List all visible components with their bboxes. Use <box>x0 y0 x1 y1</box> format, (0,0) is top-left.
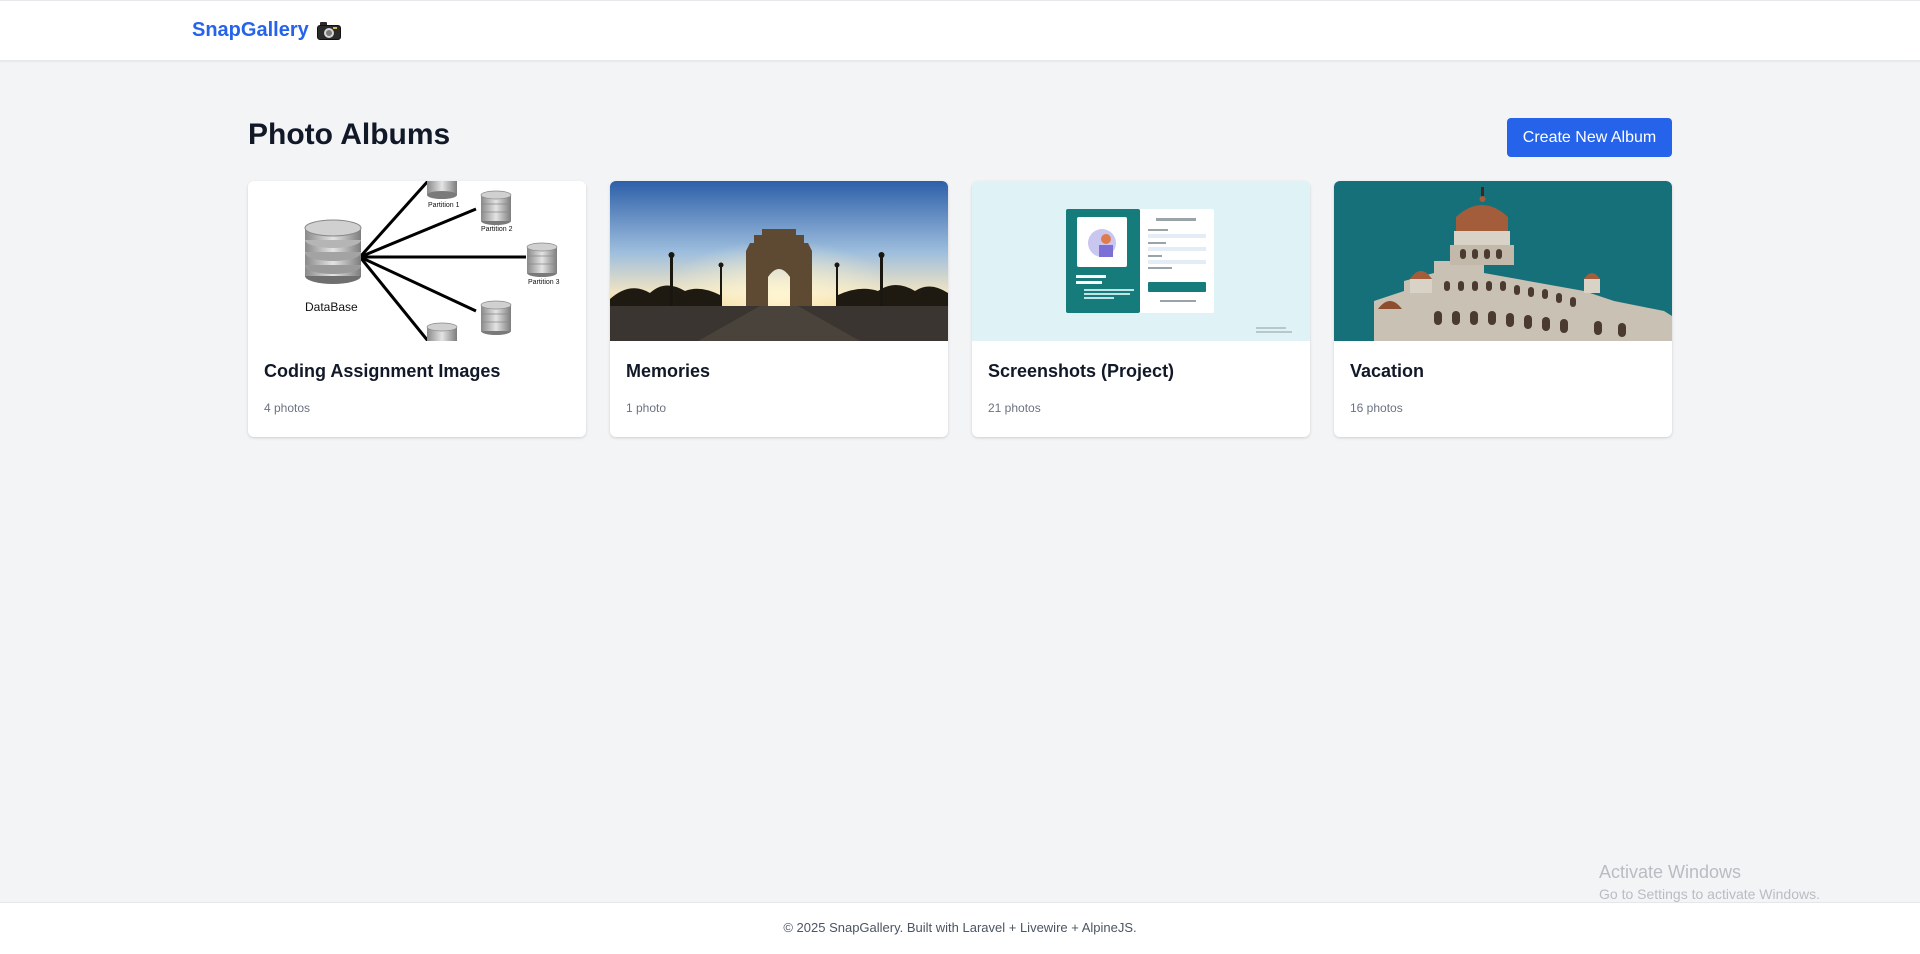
page-footer: © 2025 SnapGallery. Built with Laravel +… <box>0 902 1920 954</box>
watermark-title: Activate Windows <box>1599 862 1742 882</box>
brand-name: SnapGallery <box>192 19 309 41</box>
album-photo-count: 21 photos <box>988 401 1041 415</box>
album-card[interactable]: DataBase Partition 1 Partition 2 Partiti… <box>248 181 586 437</box>
album-thumbnail <box>610 181 948 341</box>
camera-icon <box>316 21 341 41</box>
album-title: Screenshots (Project) <box>988 361 1175 381</box>
album-thumbnail <box>1334 181 1672 341</box>
album-photo-count: 1 photo <box>626 401 667 415</box>
album-card[interactable]: Vacation 16 photos <box>1334 181 1672 437</box>
footer-text: © 2025 SnapGallery. Built with Laravel +… <box>783 920 1137 935</box>
page-title: Photo Albums <box>248 118 451 151</box>
album-title: Memories <box>626 361 711 381</box>
album-card[interactable]: Screenshots (Project) 21 photos <box>972 181 1310 437</box>
album-grid: DataBase Partition 1 Partition 2 Partiti… <box>248 181 1672 437</box>
album-photo-count: 16 photos <box>1350 401 1403 415</box>
diagram-label-database: DataBase <box>305 300 358 314</box>
album-photo-count: 4 photos <box>264 401 311 415</box>
album-thumbnail: DataBase Partition 1 Partition 2 Partiti… <box>248 181 586 341</box>
windows-activation-watermark: Activate Windows Go to Settings to activ… <box>1599 862 1820 902</box>
album-thumbnail <box>972 181 1310 341</box>
brand-link[interactable]: SnapGallery <box>192 19 341 42</box>
album-card[interactable]: Memories 1 photo <box>610 181 948 437</box>
diagram-label-partition1: Partition 1 <box>428 202 460 209</box>
watermark-subtitle: Go to Settings to activate Windows. <box>1599 886 1820 902</box>
diagram-label-partition2: Partition 2 <box>481 226 513 233</box>
create-album-button[interactable]: Create New Album <box>1507 118 1672 157</box>
top-navbar: SnapGallery <box>0 0 1920 61</box>
diagram-label-partition3: Partition 3 <box>528 279 560 286</box>
album-title: Vacation <box>1350 361 1425 381</box>
album-title: Coding Assignment Images <box>264 361 501 381</box>
